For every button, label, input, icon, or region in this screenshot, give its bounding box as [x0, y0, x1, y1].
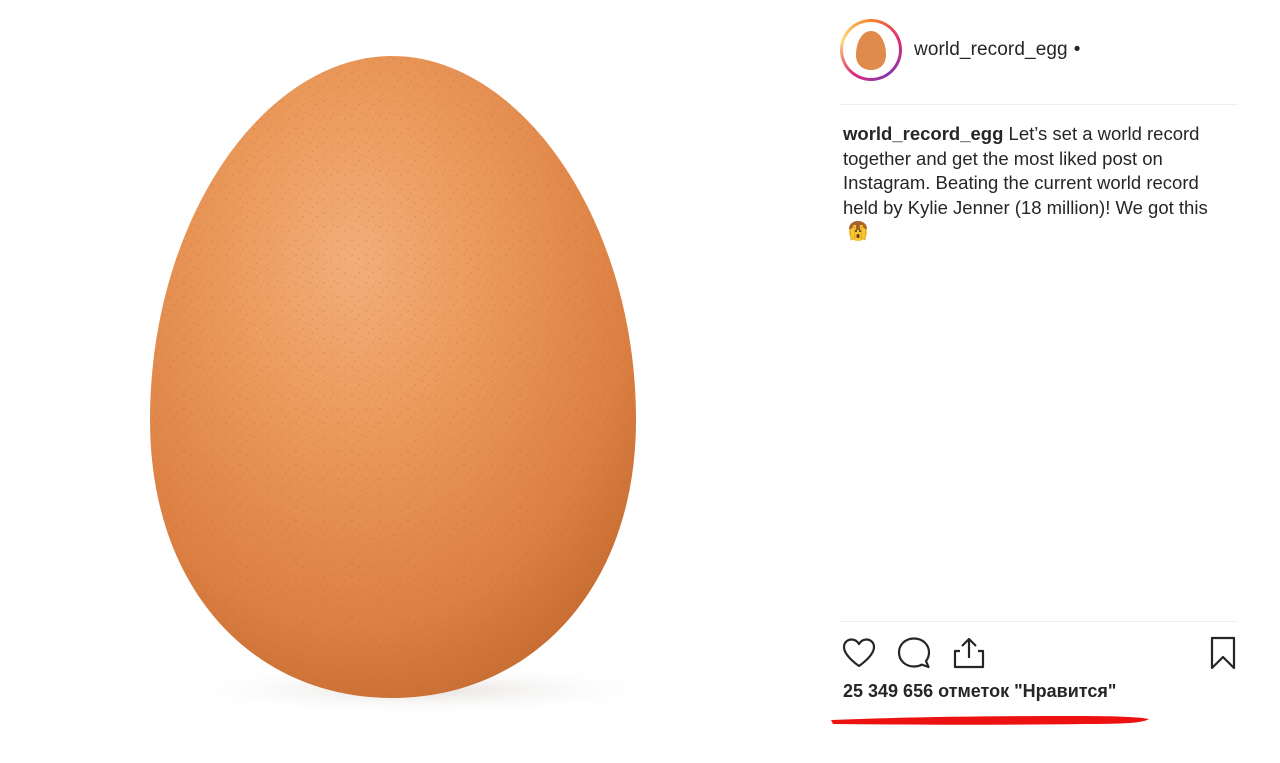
post-image[interactable] [0, 0, 800, 763]
post-panel: world_record_egg • world_record_egg Let’… [840, 0, 1240, 763]
bookmark-icon[interactable] [1204, 634, 1242, 672]
post-caption: world_record_egg Let’s set a world recor… [843, 122, 1228, 249]
face-with-hands-emoji-icon [847, 220, 869, 249]
post-header: world_record_egg • [840, 18, 1238, 82]
avatar[interactable] [840, 19, 902, 81]
heart-icon[interactable] [840, 634, 878, 672]
post-username[interactable]: world_record_egg [914, 39, 1068, 61]
red-underline-annotation [831, 716, 1149, 725]
share-icon[interactable] [950, 634, 988, 672]
header-divider [840, 104, 1238, 105]
actions-divider [840, 621, 1238, 622]
comment-icon[interactable] [895, 634, 933, 672]
likes-count[interactable]: 25 349 656 отметок "Нравится" [843, 681, 1116, 702]
egg-image [150, 56, 680, 716]
action-bar [840, 632, 1238, 674]
separator-dot: • [1073, 39, 1081, 60]
avatar-image [843, 22, 899, 78]
page: world_record_egg • world_record_egg Let’… [0, 0, 1280, 763]
caption-author[interactable]: world_record_egg [843, 123, 1003, 144]
